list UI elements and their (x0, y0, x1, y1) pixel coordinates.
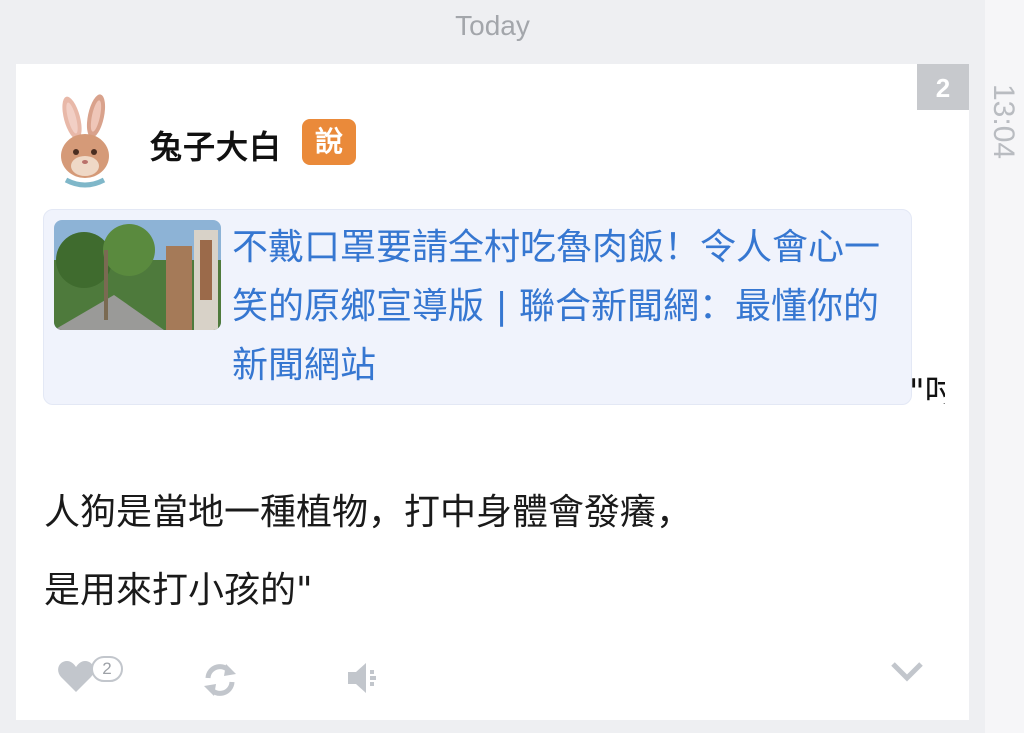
rabbit-avatar[interactable] (52, 94, 122, 190)
like-count: 2 (91, 656, 123, 682)
repost-icon (200, 664, 240, 704)
expand-button[interactable] (889, 656, 925, 686)
post-time: 13:04 (987, 84, 1020, 160)
action-bar: 2 (16, 652, 969, 702)
link-title[interactable]: 不戴口罩要請全村吃魯肉飯！令人會心一笑的原鄉宣導版 | 聯合新聞網：最懂你的新聞… (232, 218, 892, 395)
date-header: Today (455, 10, 530, 41)
chevron-down-icon (889, 662, 925, 690)
post-body: 人狗是當地一種植物，打中身體會發癢， 是用來打小孩的" (44, 474, 904, 630)
author-name[interactable]: 兔子大白 (150, 122, 282, 168)
like-button[interactable]: 2 (56, 656, 126, 696)
post-type-badge: 說 (302, 119, 356, 165)
speaker-button[interactable] (344, 658, 384, 698)
post-card[interactable]: 2 兔子大白 說 不戴口罩要請全村吃魯肉飯！令人會心一笑的原鄉宣導版 | 聯合新… (16, 64, 969, 720)
truncated-text: "吋 (909, 372, 945, 404)
speaker-icon (344, 663, 384, 702)
count-badge: 2 (917, 64, 969, 110)
repost-button[interactable] (200, 660, 240, 700)
heart-icon (56, 661, 96, 700)
link-thumbnail (54, 220, 221, 330)
body-line: 是用來打小孩的" (44, 570, 313, 611)
body-line: 人狗是當地一種植物，打中身體會發癢， (44, 492, 693, 533)
link-preview[interactable]: 不戴口罩要請全村吃魯肉飯！令人會心一笑的原鄉宣導版 | 聯合新聞網：最懂你的新聞… (43, 209, 912, 405)
